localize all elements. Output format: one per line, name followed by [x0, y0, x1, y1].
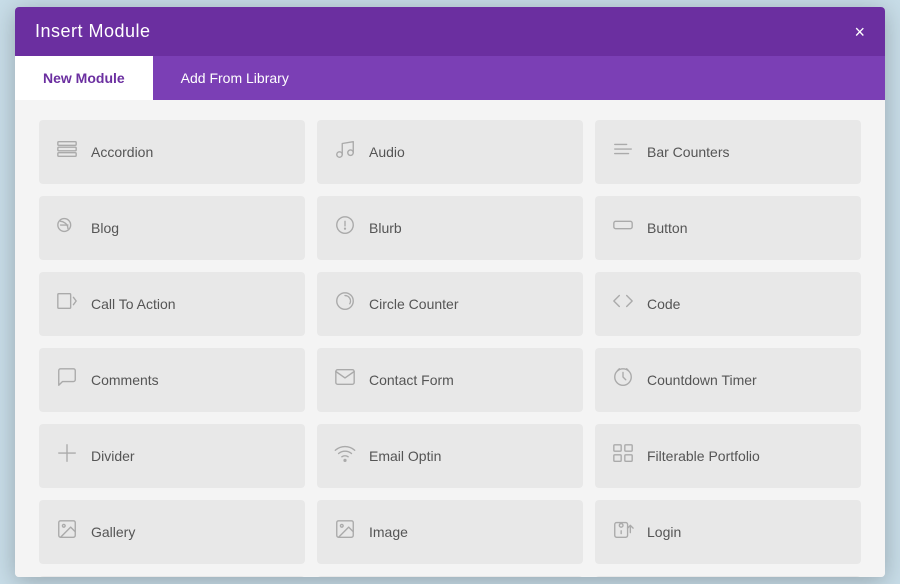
module-label-accordion: Accordion [91, 144, 153, 160]
module-label-image: Image [369, 524, 408, 540]
code-icon [611, 290, 635, 318]
module-item-call-to-action[interactable]: Call To Action [39, 272, 305, 336]
call-to-action-icon [55, 290, 79, 318]
module-label-countdown-timer: Countdown Timer [647, 372, 757, 388]
module-item-code[interactable]: Code [595, 272, 861, 336]
modal-title: Insert Module [35, 21, 151, 42]
module-label-email-optin: Email Optin [369, 448, 441, 464]
blog-icon [55, 214, 79, 242]
module-item-login[interactable]: Login [595, 500, 861, 564]
accordion-icon [55, 138, 79, 166]
bar-counters-icon [611, 138, 635, 166]
module-item-contact-form[interactable]: Contact Form [317, 348, 583, 412]
module-item-circle-counter[interactable]: Circle Counter [317, 272, 583, 336]
module-label-circle-counter: Circle Counter [369, 296, 458, 312]
modal-close-button[interactable]: × [854, 23, 865, 41]
module-item-blurb[interactable]: Blurb [317, 196, 583, 260]
insert-module-modal: Insert Module × New Module Add From Libr… [15, 7, 885, 577]
module-label-divider: Divider [91, 448, 135, 464]
module-label-blog: Blog [91, 220, 119, 236]
audio-icon [333, 138, 357, 166]
tab-new-module[interactable]: New Module [15, 56, 153, 100]
module-item-person[interactable]: Person [595, 576, 861, 577]
modal-header: Insert Module × [15, 7, 885, 56]
button-icon [611, 214, 635, 242]
module-label-contact-form: Contact Form [369, 372, 454, 388]
module-item-filterable-portfolio[interactable]: Filterable Portfolio [595, 424, 861, 488]
module-label-comments: Comments [91, 372, 159, 388]
email-optin-icon [333, 442, 357, 470]
module-label-button: Button [647, 220, 687, 236]
module-label-blurb: Blurb [369, 220, 402, 236]
login-icon [611, 518, 635, 546]
divider-icon [55, 442, 79, 470]
module-item-blog[interactable]: Blog [39, 196, 305, 260]
contact-form-icon [333, 366, 357, 394]
module-item-divider[interactable]: Divider [39, 424, 305, 488]
filterable-portfolio-icon [611, 442, 635, 470]
module-label-bar-counters: Bar Counters [647, 144, 729, 160]
module-item-audio[interactable]: Audio [317, 120, 583, 184]
modal-tabs: New Module Add From Library [15, 56, 885, 100]
modules-grid: Accordion Audio Bar Counters Blog Blurb Butto… [39, 120, 861, 577]
countdown-timer-icon [611, 366, 635, 394]
module-label-audio: Audio [369, 144, 405, 160]
module-label-login: Login [647, 524, 681, 540]
tab-add-from-library[interactable]: Add From Library [153, 56, 317, 100]
comments-icon [55, 366, 79, 394]
module-label-code: Code [647, 296, 680, 312]
module-item-image[interactable]: Image [317, 500, 583, 564]
module-item-comments[interactable]: Comments [39, 348, 305, 412]
module-item-button[interactable]: Button [595, 196, 861, 260]
module-item-accordion[interactable]: Accordion [39, 120, 305, 184]
module-item-bar-counters[interactable]: Bar Counters [595, 120, 861, 184]
module-item-countdown-timer[interactable]: Countdown Timer [595, 348, 861, 412]
module-item-number-counter[interactable]: #Number Counter [317, 576, 583, 577]
module-item-email-optin[interactable]: Email Optin [317, 424, 583, 488]
module-item-gallery[interactable]: Gallery [39, 500, 305, 564]
modal-body: Accordion Audio Bar Counters Blog Blurb Butto… [15, 100, 885, 577]
image-icon [333, 518, 357, 546]
module-item-map[interactable]: Map [39, 576, 305, 577]
gallery-icon [55, 518, 79, 546]
module-label-filterable-portfolio: Filterable Portfolio [647, 448, 760, 464]
blurb-icon [333, 214, 357, 242]
module-label-gallery: Gallery [91, 524, 135, 540]
circle-counter-icon [333, 290, 357, 318]
module-label-call-to-action: Call To Action [91, 296, 176, 312]
